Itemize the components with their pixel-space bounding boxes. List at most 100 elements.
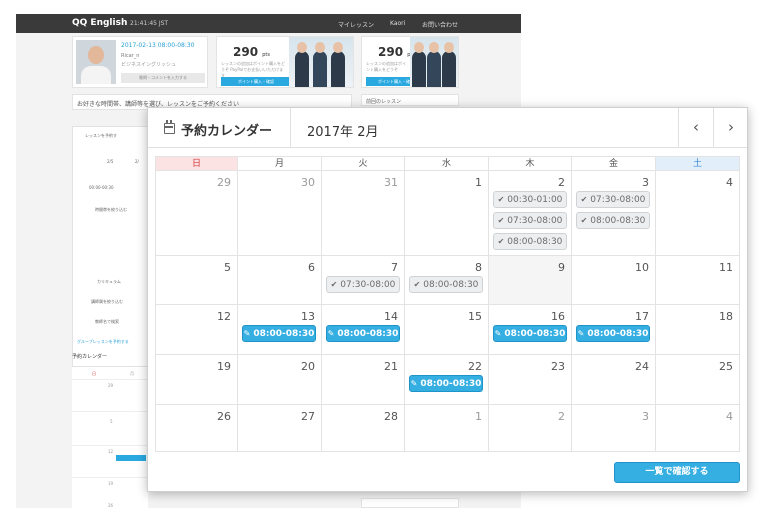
calendar-day-cell[interactable]: 24: [572, 355, 656, 405]
booked-lesson-slot[interactable]: ✎ 08:00-08:30: [576, 325, 650, 342]
calendar-day-cell[interactable]: 23: [489, 355, 572, 405]
nav-contact[interactable]: お問い合わせ: [422, 20, 458, 29]
past-lesson-slot[interactable]: ✔ 07:30-08:00: [493, 212, 567, 229]
day-number: 13: [301, 310, 315, 323]
booked-lesson-slot[interactable]: ✎ 08:00-08:30: [493, 325, 567, 342]
past-lesson-slot[interactable]: ✔ 08:00-08:30: [409, 276, 483, 293]
past-lesson-slot[interactable]: ✔ 07:30-08:00: [326, 276, 400, 293]
nav-my-lessons[interactable]: マイレッスン: [338, 20, 374, 29]
next-month-button[interactable]: ›: [713, 108, 748, 148]
slot-time: 08:00-08:30: [337, 329, 399, 339]
teacher-name[interactable]: Ricar_n: [121, 53, 139, 59]
calendar-day-cell[interactable]: 16 ✎ 08:00-08:30: [489, 305, 572, 355]
calendar-day-cell[interactable]: 1: [405, 405, 489, 452]
weekday-sun: 日: [155, 156, 238, 171]
previous-lesson-box[interactable]: 前回のレッスン: [361, 94, 459, 106]
course-name: ビジネスイングリッシュ: [121, 62, 177, 68]
buy-points-button[interactable]: ポイント購入・確認: [221, 77, 291, 86]
calendar-day-cell[interactable]: 22 ✎ 08:00-08:30: [405, 355, 489, 405]
day-number: 20: [301, 360, 315, 373]
prev-month-button[interactable]: ‹: [678, 108, 713, 148]
search-teacher-name[interactable]: 教師名で検索: [95, 319, 119, 325]
mini-calendar-title: 予約カレンダー: [72, 354, 108, 360]
calendar-day-cell[interactable]: 5: [155, 256, 238, 305]
points-ad-banner-2: 290 pts レッスンの追加はポイント購入をどうぞ ポイント購入・確認: [361, 36, 459, 88]
view-list-button[interactable]: 一覧で確認する: [614, 462, 740, 483]
day-number: 26: [217, 410, 231, 423]
slot-time: 00:30-01:00: [507, 195, 563, 205]
day-number: 2: [558, 176, 565, 189]
calendar-day-cell[interactable]: 25: [656, 355, 740, 405]
brand-logo[interactable]: QQ English: [72, 18, 127, 28]
calendar-day-cell[interactable]: 6: [238, 256, 322, 305]
filter-curriculum[interactable]: カリキュラム: [97, 279, 121, 285]
booked-lesson-slot[interactable]: ✎ 08:00-08:30: [326, 325, 400, 342]
past-lesson-slot[interactable]: ✔ 08:00-08:30: [493, 233, 567, 250]
day-number: 5: [224, 261, 231, 274]
calendar-title: 予約カレンダー: [181, 124, 273, 139]
calendar-day-cell[interactable]: 9: [489, 256, 572, 305]
calendar-day-cell[interactable]: 29: [155, 171, 238, 256]
date-tab[interactable]: 2/5: [107, 159, 113, 164]
calendar-day-cell[interactable]: 7 ✔ 07:30-08:00: [322, 256, 405, 305]
day-number: 24: [635, 360, 649, 373]
calendar-day-cell[interactable]: 3: [572, 405, 656, 452]
calendar-day-cell[interactable]: 13 ✎ 08:00-08:30: [238, 305, 322, 355]
booked-lesson-slot[interactable]: ✎ 08:00-08:30: [409, 375, 483, 392]
calendar-day-cell[interactable]: 11: [656, 256, 740, 305]
mini-calendar-booking[interactable]: [116, 455, 146, 461]
calendar-day-cell[interactable]: 4: [656, 171, 740, 256]
calendar-day-cell[interactable]: 28: [322, 405, 405, 452]
group-lesson-link[interactable]: グループレッスンを予約する: [77, 339, 129, 345]
slot-time: 07:30-08:00: [340, 280, 396, 290]
calendar-day-cell[interactable]: 2 ✔ 00:30-01:00 ✔ 07:30-08:00 ✔ 08:00-08:30: [489, 171, 572, 256]
day-number: 28: [384, 410, 398, 423]
calendar-day-cell[interactable]: 17 ✎ 08:00-08:30: [572, 305, 656, 355]
calendar-day-cell[interactable]: 26: [155, 405, 238, 452]
past-lesson-slot[interactable]: ✔ 00:30-01:00: [493, 191, 567, 208]
day-number: 3: [642, 410, 649, 423]
day-number: 8: [475, 261, 482, 274]
calendar-day-cell[interactable]: 10: [572, 256, 656, 305]
past-lesson-slot[interactable]: ✔ 07:30-08:00: [576, 191, 650, 208]
sidebar-box: [361, 498, 459, 508]
calendar-day-cell[interactable]: 30: [238, 171, 322, 256]
calendar-day-cell[interactable]: 8 ✔ 08:00-08:30: [405, 256, 489, 305]
pencil-icon: ✎: [410, 379, 418, 388]
calendar-day-cell[interactable]: 14 ✎ 08:00-08:30: [322, 305, 405, 355]
calendar-day-cell[interactable]: 12: [155, 305, 238, 355]
ad-text-2: レッスンの追加はポイント購入をどうぞ: [366, 61, 406, 72]
weekday-fri: 金: [572, 156, 656, 171]
calendar-day-cell[interactable]: 31: [322, 171, 405, 256]
booked-lesson-slot[interactable]: ✎ 08:00-08:30: [242, 325, 316, 342]
weekday-header: 日月火水木金土: [155, 156, 740, 171]
calendar-day-cell[interactable]: 20: [238, 355, 322, 405]
calendar-day-cell[interactable]: 27: [238, 405, 322, 452]
day-number: 7: [391, 261, 398, 274]
comment-button[interactable]: 質問・コメントを入力する: [121, 73, 205, 83]
nav-user-menu[interactable]: Kaori: [390, 20, 405, 27]
past-lesson-slot[interactable]: ✔ 08:00-08:30: [576, 212, 650, 229]
day-number: 21: [384, 360, 398, 373]
mini-calendar: 日 月 29 5 12 19 26: [72, 366, 148, 508]
day-number: 19: [217, 360, 231, 373]
calendar-day-cell[interactable]: 18: [656, 305, 740, 355]
teacher-avatar[interactable]: [76, 40, 116, 84]
weekday-tue: 火: [322, 156, 405, 171]
check-icon: ✔: [497, 216, 505, 225]
calendar-day-cell[interactable]: 15: [405, 305, 489, 355]
top-navigation-bar: QQ English 21:41:45 JST マイレッスン Kaori お問い…: [16, 14, 521, 33]
date-tab-2[interactable]: 2/: [135, 159, 139, 164]
filter-teacher[interactable]: 講師属を絞り込む: [91, 299, 123, 305]
weekday-mon: 月: [238, 156, 322, 171]
check-icon: ✔: [497, 195, 505, 204]
calendar-day-cell[interactable]: 2: [489, 405, 572, 452]
calendar-day-cell[interactable]: 4: [656, 405, 740, 452]
time-range-label: 00:00-00:30: [89, 185, 114, 190]
calendar-day-cell[interactable]: 21: [322, 355, 405, 405]
filter-time[interactable]: 時間帯を絞り込む: [95, 207, 127, 213]
calendar-day-cell[interactable]: 1: [405, 171, 489, 256]
calendar-day-cell[interactable]: 19: [155, 355, 238, 405]
calendar-day-cell[interactable]: 3 ✔ 07:30-08:00 ✔ 08:00-08:30: [572, 171, 656, 256]
ad-photo: [289, 37, 353, 87]
